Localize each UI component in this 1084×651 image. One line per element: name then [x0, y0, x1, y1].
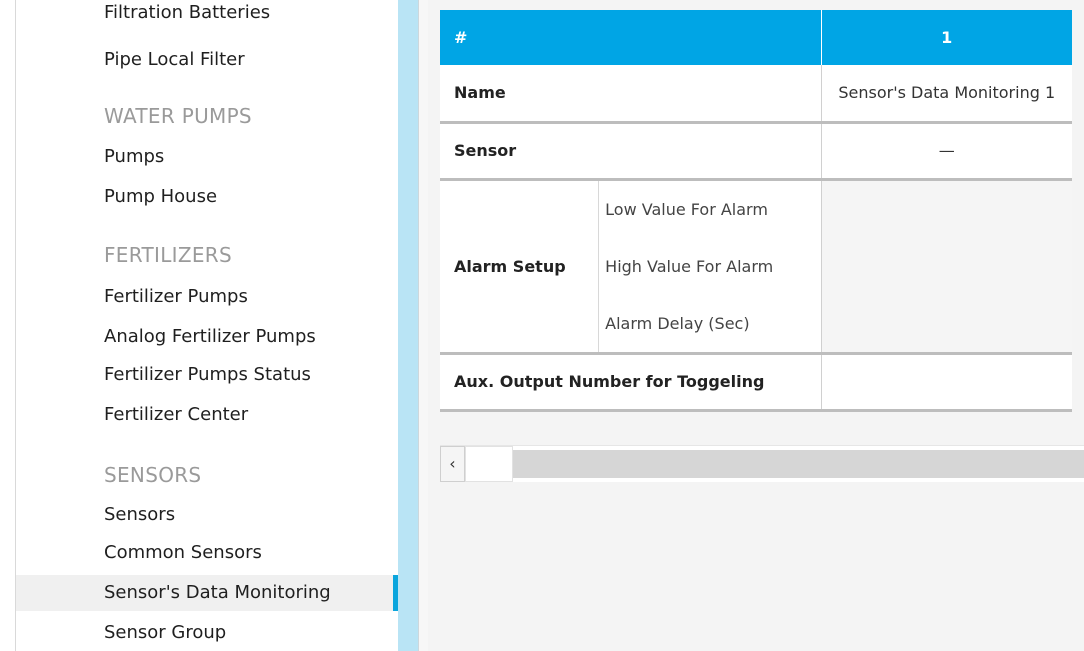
- sidebar-item-pump-house[interactable]: Pump House: [16, 179, 398, 215]
- main-content: # 1 Name Sensor's Data Monitoring 1 Sens…: [428, 0, 1084, 651]
- alarm-high-label: High Value For Alarm: [605, 256, 774, 276]
- sidebar-nav: Filtration Batteries Pipe Local Filter W…: [16, 0, 398, 651]
- sidebar-item-fertilizer-pumps[interactable]: Fertilizer Pumps: [16, 279, 398, 315]
- sidebar-section-sensors: SENSORS: [104, 463, 202, 487]
- row-alarm-setup-label: Alarm Setup: [440, 179, 599, 355]
- sidebar-item-pumps[interactable]: Pumps: [16, 139, 398, 175]
- alarm-delay-label: Alarm Delay (Sec): [605, 313, 750, 333]
- header-hash: #: [440, 10, 821, 65]
- sidebar-item-pipe-local-filter[interactable]: Pipe Local Filter: [16, 42, 398, 78]
- sidebar-item-filtration-batteries[interactable]: Filtration Batteries: [16, 0, 398, 26]
- sidebar-section-water-pumps: WATER PUMPS: [104, 104, 252, 128]
- row-aux-output-label: Aux. Output Number for Toggeling: [440, 353, 821, 412]
- scroll-thumb[interactable]: [465, 446, 513, 482]
- sidebar-item-fertilizer-pumps-status[interactable]: Fertilizer Pumps Status: [16, 357, 398, 393]
- sidebar-item-sensors[interactable]: Sensors: [16, 497, 398, 533]
- horizontal-scrollbar[interactable]: ‹: [440, 445, 1084, 482]
- alarm-subfields: Low Value For Alarm High Value For Alarm…: [598, 179, 821, 355]
- sidebar-item-sensor-group[interactable]: Sensor Group: [16, 615, 398, 651]
- sidebar-item-common-sensors[interactable]: Common Sensors: [16, 535, 398, 571]
- sidebar-item-analog-fertilizer-pumps[interactable]: Analog Fertilizer Pumps: [16, 319, 398, 355]
- row-name-label: Name: [440, 65, 821, 124]
- row-aux-output-value[interactable]: [820, 353, 1072, 412]
- row-name-value[interactable]: Sensor's Data Monitoring 1: [820, 65, 1072, 124]
- header-column-1: 1: [820, 10, 1072, 65]
- scroll-left-icon[interactable]: ‹: [440, 446, 465, 482]
- sidebar-item-sensors-data-monitoring[interactable]: Sensor's Data Monitoring: [16, 575, 398, 611]
- monitoring-table: # 1 Name Sensor's Data Monitoring 1 Sens…: [440, 10, 1072, 412]
- row-sensor-value[interactable]: —: [820, 122, 1072, 181]
- window-left-edge: [0, 0, 16, 651]
- alarm-low-label: Low Value For Alarm: [605, 199, 768, 219]
- scroll-track[interactable]: [513, 450, 1084, 478]
- row-sensor-label: Sensor: [440, 122, 821, 181]
- sidebar-item-fertilizer-center[interactable]: Fertilizer Center: [16, 397, 398, 433]
- panel-divider[interactable]: [398, 0, 418, 651]
- sidebar-section-fertilizers: FERTILIZERS: [104, 243, 232, 267]
- row-alarm-values[interactable]: [820, 179, 1072, 355]
